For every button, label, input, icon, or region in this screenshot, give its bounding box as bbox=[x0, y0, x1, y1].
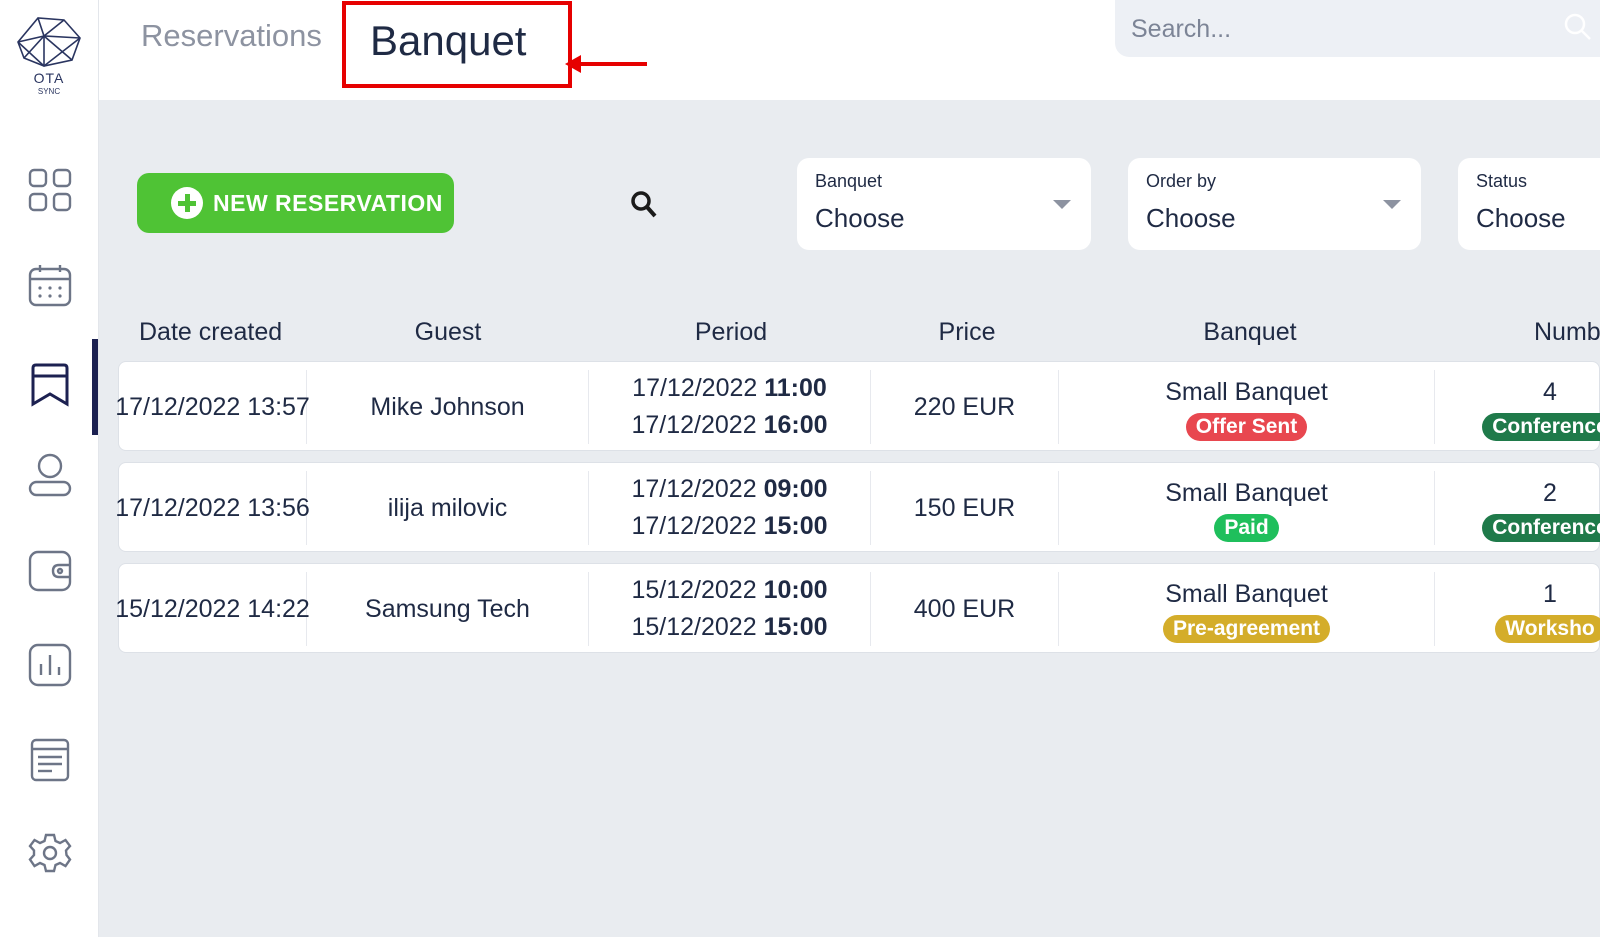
period-start: 17/12/2022 11:00 bbox=[632, 374, 827, 402]
document-icon bbox=[30, 738, 69, 782]
table-row[interactable]: 15/12/2022 14:22 Samsung Tech 15/12/2022… bbox=[115, 563, 1600, 653]
guest-name: ilija milovic bbox=[387, 493, 508, 522]
date-created-text: 15/12/2022 14:22 bbox=[115, 594, 310, 623]
column-header-number[interactable]: Numb bbox=[1534, 318, 1600, 347]
cell-date-created: 17/12/2022 13:57 bbox=[115, 370, 310, 444]
status-filter-value: Choose bbox=[1476, 203, 1566, 233]
global-search bbox=[1115, 0, 1600, 57]
date-created-text: 17/12/2022 13:56 bbox=[115, 493, 310, 522]
sidebar-active-indicator bbox=[92, 339, 98, 435]
page-title: Banquet bbox=[370, 17, 527, 64]
order-by-label: Order by bbox=[1146, 171, 1217, 191]
sidebar-item-settings[interactable] bbox=[0, 816, 99, 894]
price-text: 150 EUR bbox=[913, 493, 1016, 522]
cell-number: 1 Worksho bbox=[1435, 572, 1600, 646]
column-header-period[interactable]: Period bbox=[651, 318, 811, 347]
sidebar-item-documents[interactable] bbox=[0, 721, 99, 799]
table-search-icon[interactable] bbox=[630, 190, 658, 220]
status-badge: Pre-agreement bbox=[1162, 614, 1331, 643]
number-text: 4 bbox=[1543, 377, 1557, 406]
wallet-icon bbox=[28, 550, 71, 592]
sidebar-item-guests[interactable] bbox=[0, 436, 99, 514]
period-start: 17/12/2022 09:00 bbox=[631, 475, 828, 503]
cell-period: 17/12/2022 11:00 17/12/2022 16:00 bbox=[589, 370, 871, 444]
chevron-down-icon bbox=[1383, 200, 1401, 209]
calendar-icon bbox=[28, 265, 71, 307]
new-reservation-button[interactable]: NEW RESERVATION bbox=[137, 173, 454, 233]
sidebar: OTA SYNC bbox=[0, 0, 99, 937]
banquet-filter-value: Choose bbox=[815, 203, 905, 233]
number-text: 1 bbox=[1543, 579, 1557, 608]
cell-guest: Samsung Tech bbox=[307, 572, 589, 646]
banquet-name: Small Banquet bbox=[1165, 478, 1328, 507]
order-by-select[interactable]: Order by Choose bbox=[1128, 158, 1421, 250]
guest-name: Samsung Tech bbox=[365, 594, 530, 623]
cell-number: 4 Conference bbox=[1435, 370, 1600, 444]
new-reservation-label: NEW RESERVATION bbox=[213, 189, 443, 216]
cell-price: 400 EUR bbox=[871, 572, 1059, 646]
plus-circle-icon bbox=[171, 187, 203, 219]
cell-number: 2 Conference bbox=[1435, 471, 1600, 545]
cell-period: 17/12/2022 09:00 17/12/2022 15:00 bbox=[589, 471, 871, 545]
sidebar-item-calendar[interactable] bbox=[0, 246, 99, 324]
search-icon[interactable] bbox=[1563, 12, 1593, 42]
column-header-price[interactable]: Price bbox=[907, 318, 1027, 347]
bar-chart-icon bbox=[28, 643, 71, 687]
sidebar-item-reservations[interactable] bbox=[0, 346, 99, 424]
type-badge: Worksho bbox=[1495, 614, 1600, 643]
price-text: 220 EUR bbox=[913, 392, 1016, 421]
cell-guest: ilija milovic bbox=[307, 471, 589, 545]
cell-period: 15/12/2022 10:00 15/12/2022 15:00 bbox=[589, 572, 871, 646]
chevron-down-icon bbox=[1053, 200, 1071, 209]
brand-name: OTA bbox=[33, 70, 65, 86]
title-annotation-box: Banquet bbox=[342, 1, 572, 88]
sidebar-item-wallet[interactable] bbox=[0, 531, 99, 609]
grid-icon bbox=[28, 168, 71, 212]
cell-date-created: 15/12/2022 14:22 bbox=[115, 572, 310, 646]
cell-date-created: 17/12/2022 13:56 bbox=[115, 471, 310, 545]
order-by-value: Choose bbox=[1146, 203, 1236, 233]
top-header: Reservations Banquet bbox=[99, 0, 1600, 100]
logo-mesh-icon bbox=[17, 17, 81, 68]
sidebar-item-dashboard[interactable] bbox=[0, 151, 99, 229]
status-badge: Offer Sent bbox=[1185, 412, 1308, 441]
cell-banquet: Small Banquet Paid bbox=[1059, 471, 1435, 545]
cell-banquet: Small Banquet Pre-agreement bbox=[1059, 572, 1435, 646]
number-text: 2 bbox=[1543, 478, 1557, 507]
search-input[interactable] bbox=[1131, 10, 1531, 48]
cell-banquet: Small Banquet Offer Sent bbox=[1059, 370, 1435, 444]
cell-price: 220 EUR bbox=[871, 370, 1059, 444]
status-filter-label: Status bbox=[1476, 171, 1528, 191]
banquet-name: Small Banquet bbox=[1165, 579, 1328, 608]
brand-logo[interactable]: OTA SYNC bbox=[14, 14, 84, 100]
user-icon bbox=[28, 453, 71, 497]
type-badge: Conference bbox=[1482, 412, 1600, 441]
guest-name: Mike Johnson bbox=[370, 392, 525, 421]
status-filter-select[interactable]: Status Choose bbox=[1458, 158, 1600, 250]
banquet-name: Small Banquet bbox=[1165, 377, 1328, 406]
bookmark-icon bbox=[31, 363, 68, 407]
column-header-banquet[interactable]: Banquet bbox=[1170, 318, 1330, 347]
date-created-text: 17/12/2022 13:57 bbox=[115, 392, 310, 421]
period-end: 17/12/2022 15:00 bbox=[631, 512, 828, 540]
banquet-filter-select[interactable]: Banquet Choose bbox=[797, 158, 1091, 250]
banquet-filter-label: Banquet bbox=[815, 171, 883, 191]
cell-price: 150 EUR bbox=[871, 471, 1059, 545]
status-badge: Paid bbox=[1214, 513, 1279, 542]
brand-subtitle: SYNC bbox=[37, 87, 61, 96]
period-end: 15/12/2022 15:00 bbox=[631, 613, 828, 641]
period-start: 15/12/2022 10:00 bbox=[631, 576, 828, 604]
price-text: 400 EUR bbox=[913, 594, 1016, 623]
column-header-date-created[interactable]: Date created bbox=[139, 318, 309, 347]
sidebar-item-reports[interactable] bbox=[0, 626, 99, 704]
type-badge: Conference bbox=[1482, 513, 1600, 542]
cell-guest: Mike Johnson bbox=[307, 370, 589, 444]
annotation-arrow-icon bbox=[565, 55, 647, 73]
period-end: 17/12/2022 16:00 bbox=[631, 411, 828, 439]
table-row[interactable]: 17/12/2022 13:56 ilija milovic 17/12/202… bbox=[115, 462, 1600, 552]
table-row[interactable]: 17/12/2022 13:57 Mike Johnson 17/12/2022… bbox=[115, 361, 1600, 451]
gear-icon bbox=[27, 833, 72, 873]
breadcrumb-reservations[interactable]: Reservations bbox=[141, 18, 322, 54]
column-header-guest[interactable]: Guest bbox=[368, 318, 528, 347]
